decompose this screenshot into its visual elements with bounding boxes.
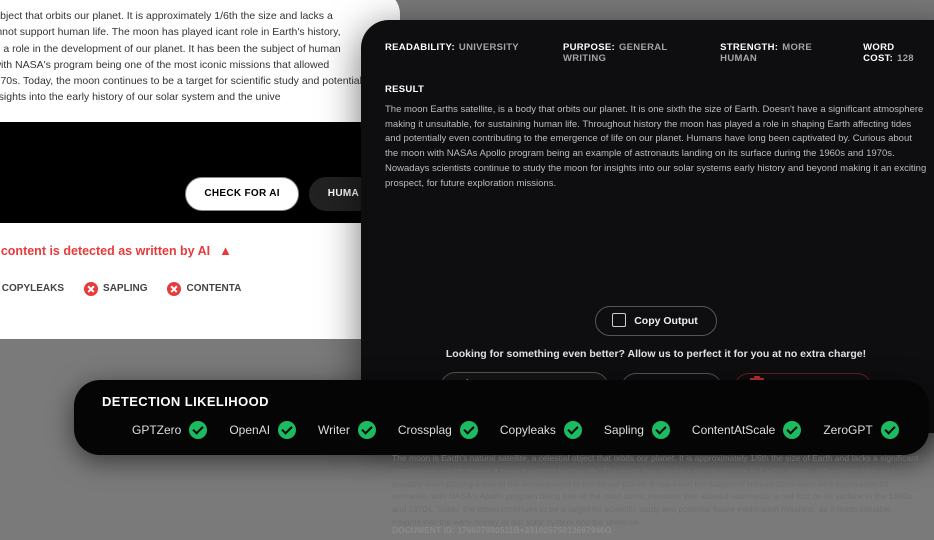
detection-item: Writer: [318, 421, 376, 439]
strength-label: STRENGTH:: [720, 42, 778, 53]
detector-chip: SAPLING: [84, 281, 147, 297]
x-icon: [84, 282, 98, 296]
detection-item: GPTZero: [132, 421, 207, 439]
result-text: The moon Earths satellite, is a body tha…: [385, 103, 927, 191]
ai-detection-banner: ▲ Your content is detected as written by…: [0, 241, 378, 261]
check-icon: [652, 421, 670, 439]
x-icon: [167, 282, 181, 296]
detection-item: ZeroGPT: [823, 421, 898, 439]
detection-item: Copyleaks: [500, 421, 582, 439]
check-icon: [358, 421, 376, 439]
copy-icon: [614, 315, 626, 327]
detection-likelihood-bar: DETECTION LIKELIHOOD GPTZero OpenAI Writ…: [74, 380, 929, 455]
document-id: DOCUMENT ID: 170607980511B+3310257501369…: [392, 525, 612, 535]
human-percent: 0% HUMAN: [0, 307, 378, 321]
detection-title: DETECTION LIKELIHOOD: [102, 394, 901, 409]
input-blurb: oon is Earth's natural satellite, a cele…: [0, 8, 378, 106]
input-panel: oon is Earth's natural satellite, a cele…: [0, 0, 400, 339]
result-panel: READABILITY:UNIVERSITY PURPOSE:GENERAL W…: [361, 20, 934, 433]
purpose-label: PURPOSE:: [563, 42, 615, 53]
wordcost-value: 128: [897, 53, 914, 64]
warning-icon: ▲: [219, 243, 232, 258]
detector-chip: COPYLEAKS: [0, 281, 64, 297]
detection-item: Sapling: [604, 421, 670, 439]
detection-item: ContentAtScale: [692, 421, 801, 439]
readability-value: UNIVERSITY: [459, 42, 519, 53]
result-heading: RESULT: [385, 84, 927, 95]
check-for-ai-button[interactable]: CHECK FOR AI: [185, 177, 298, 211]
upsell-text: Looking for something even better? Allow…: [446, 348, 866, 360]
ai-warning-text: Your content is detected as written by A…: [0, 244, 210, 258]
check-icon: [783, 421, 801, 439]
check-icon: [278, 421, 296, 439]
detection-item: Crossplag: [398, 421, 478, 439]
check-icon: [460, 421, 478, 439]
meta-row: READABILITY:UNIVERSITY PURPOSE:GENERAL W…: [385, 42, 927, 64]
check-icon: [189, 421, 207, 439]
copy-label: Copy Output: [634, 315, 698, 327]
detector-fail-row: WRITER CROSSPLAG COPYLEAKS SAPLING CONTE…: [0, 281, 378, 297]
check-icon: [564, 421, 582, 439]
readability-label: READABILITY:: [385, 42, 455, 53]
wordcost-label: WORD COST:: [863, 42, 894, 64]
waiting-status: ITING FOR UR INPUT: [0, 136, 378, 164]
copy-output-button[interactable]: Copy Output: [595, 306, 717, 336]
detector-chip: CONTENTA: [167, 281, 241, 297]
panel-strip: ITING FOR UR INPUT EE TO THE TERMS OF SE…: [0, 122, 400, 223]
detection-item: OpenAI: [229, 421, 296, 439]
check-icon: [881, 421, 899, 439]
detection-row: GPTZero OpenAI Writer Crossplag Copyleak…: [132, 421, 901, 439]
document-preview-text: The moon is Earth's natural satellite, a…: [392, 452, 922, 529]
